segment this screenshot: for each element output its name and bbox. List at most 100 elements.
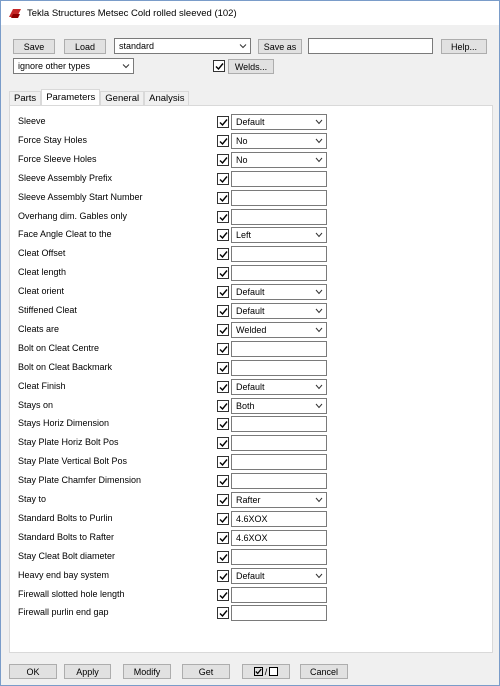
tab-parameters[interactable]: Parameters: [41, 89, 101, 105]
save-as-name-input[interactable]: [308, 38, 433, 54]
get-button[interactable]: Get: [182, 664, 230, 679]
param-select[interactable]: Default: [231, 284, 327, 301]
param-select[interactable]: Default: [231, 378, 327, 395]
checkmark-icon: [219, 572, 228, 580]
param-select[interactable]: Welded: [231, 321, 327, 338]
param-enable-checkbox[interactable]: [217, 456, 229, 469]
toggle-separator: /: [264, 666, 268, 677]
param-enable-checkbox[interactable]: [217, 588, 229, 601]
param-enable-checkbox[interactable]: [217, 229, 229, 242]
param-row: Bolt on Cleat Backmark: [10, 359, 494, 378]
param-input[interactable]: [231, 170, 327, 187]
param-input[interactable]: [231, 454, 327, 471]
param-select[interactable]: Rafter: [231, 492, 327, 508]
param-input[interactable]: [231, 246, 327, 263]
ok-button[interactable]: OK: [9, 664, 57, 679]
cancel-button[interactable]: Cancel: [300, 664, 348, 679]
param-select[interactable]: No: [231, 151, 327, 168]
param-input[interactable]: [231, 189, 327, 206]
param-label: Stay Plate Chamfer Dimension: [18, 475, 142, 486]
checkmark-icon: [219, 459, 228, 467]
param-enable-checkbox[interactable]: [217, 267, 229, 280]
param-enable-checkbox[interactable]: [217, 153, 229, 166]
param-input[interactable]: [231, 359, 327, 376]
checkmark-icon: [219, 270, 228, 278]
param-enable-checkbox[interactable]: [217, 286, 229, 299]
param-row: Force Stay Holes No: [10, 132, 494, 151]
param-input[interactable]: [231, 473, 327, 490]
param-value: Default: [236, 381, 265, 392]
checkmark-icon: [219, 402, 228, 410]
param-select[interactable]: Default: [231, 567, 327, 584]
param-label: Firewall purlin end gap: [18, 607, 109, 618]
tab-general[interactable]: General: [100, 91, 145, 105]
param-enable-checkbox[interactable]: [217, 210, 229, 223]
chevron-down-icon: [315, 403, 323, 408]
param-enable-checkbox[interactable]: [217, 550, 229, 563]
checkmark-icon: [219, 326, 228, 334]
modify-button[interactable]: Modify: [123, 664, 171, 679]
param-enable-checkbox[interactable]: [217, 494, 229, 506]
chevron-down-icon: [315, 497, 323, 503]
preset-select[interactable]: standard: [114, 38, 251, 54]
param-enable-checkbox[interactable]: [217, 607, 229, 620]
checkmark-icon: [219, 364, 228, 372]
parameters-panel: Sleeve Default Force Stay Holes No Force Sle…: [9, 105, 493, 653]
param-input[interactable]: 4.6XOX: [231, 529, 327, 546]
param-select[interactable]: Both: [231, 397, 327, 414]
param-label: Sleeve Assembly Prefix: [18, 172, 113, 183]
param-row: Bolt on Cleat Centre: [10, 340, 494, 359]
param-enable-checkbox[interactable]: [217, 361, 229, 374]
param-enable-checkbox[interactable]: [217, 323, 229, 336]
apply-button[interactable]: Apply: [64, 664, 111, 679]
save-as-button[interactable]: Save as: [258, 39, 302, 54]
param-input[interactable]: [231, 265, 327, 282]
param-input[interactable]: [231, 586, 327, 603]
type-filter-select[interactable]: ignore other types: [13, 58, 134, 74]
param-value: No: [236, 135, 248, 146]
param-enable-checkbox[interactable]: [217, 399, 229, 412]
param-value: Default: [236, 287, 265, 298]
param-select[interactable]: No: [231, 132, 327, 149]
save-button[interactable]: Save: [13, 39, 55, 54]
tab-analysis[interactable]: Analysis: [144, 91, 190, 105]
param-select[interactable]: Left: [231, 227, 327, 244]
param-input[interactable]: 4.6XOX: [231, 510, 327, 527]
param-value: Rafter: [236, 495, 261, 505]
tab-parts[interactable]: Parts: [9, 91, 42, 105]
load-button[interactable]: Load: [64, 39, 106, 54]
param-enable-checkbox[interactable]: [217, 248, 229, 261]
param-enable-checkbox[interactable]: [217, 191, 229, 204]
param-label: Stays on: [18, 399, 54, 410]
param-enable-checkbox[interactable]: [217, 116, 229, 128]
param-enable-checkbox[interactable]: [217, 531, 229, 544]
param-input[interactable]: [231, 340, 327, 357]
param-enable-checkbox[interactable]: [217, 342, 229, 355]
param-enable-checkbox[interactable]: [217, 172, 229, 185]
param-enable-checkbox[interactable]: [217, 569, 229, 582]
param-enable-checkbox[interactable]: [217, 380, 229, 393]
param-input[interactable]: [231, 435, 327, 452]
param-label: Cleats are: [18, 323, 60, 334]
param-input[interactable]: [231, 208, 327, 225]
param-input[interactable]: [231, 416, 327, 433]
checkmark-icon: [215, 63, 224, 71]
welds-button[interactable]: Welds...: [228, 59, 274, 74]
param-enable-checkbox[interactable]: [217, 305, 229, 317]
help-button[interactable]: Help...: [441, 39, 487, 54]
param-select[interactable]: Default: [231, 303, 327, 319]
param-enable-checkbox[interactable]: [217, 134, 229, 147]
param-enable-checkbox[interactable]: [217, 418, 229, 431]
param-label: Stay to: [18, 494, 47, 504]
param-enable-checkbox[interactable]: [217, 512, 229, 525]
param-input[interactable]: [231, 605, 327, 622]
param-input[interactable]: [231, 548, 327, 565]
toggle-all-checkboxes-button[interactable]: /: [242, 664, 290, 679]
param-enable-checkbox[interactable]: [217, 475, 229, 488]
param-select[interactable]: Default: [231, 114, 327, 130]
param-label: Force Sleeve Holes: [18, 153, 97, 164]
type-filter-value: ignore other types: [18, 61, 91, 71]
chevron-down-icon: [315, 157, 323, 163]
welds-checkbox[interactable]: [213, 60, 225, 72]
param-enable-checkbox[interactable]: [217, 437, 229, 450]
